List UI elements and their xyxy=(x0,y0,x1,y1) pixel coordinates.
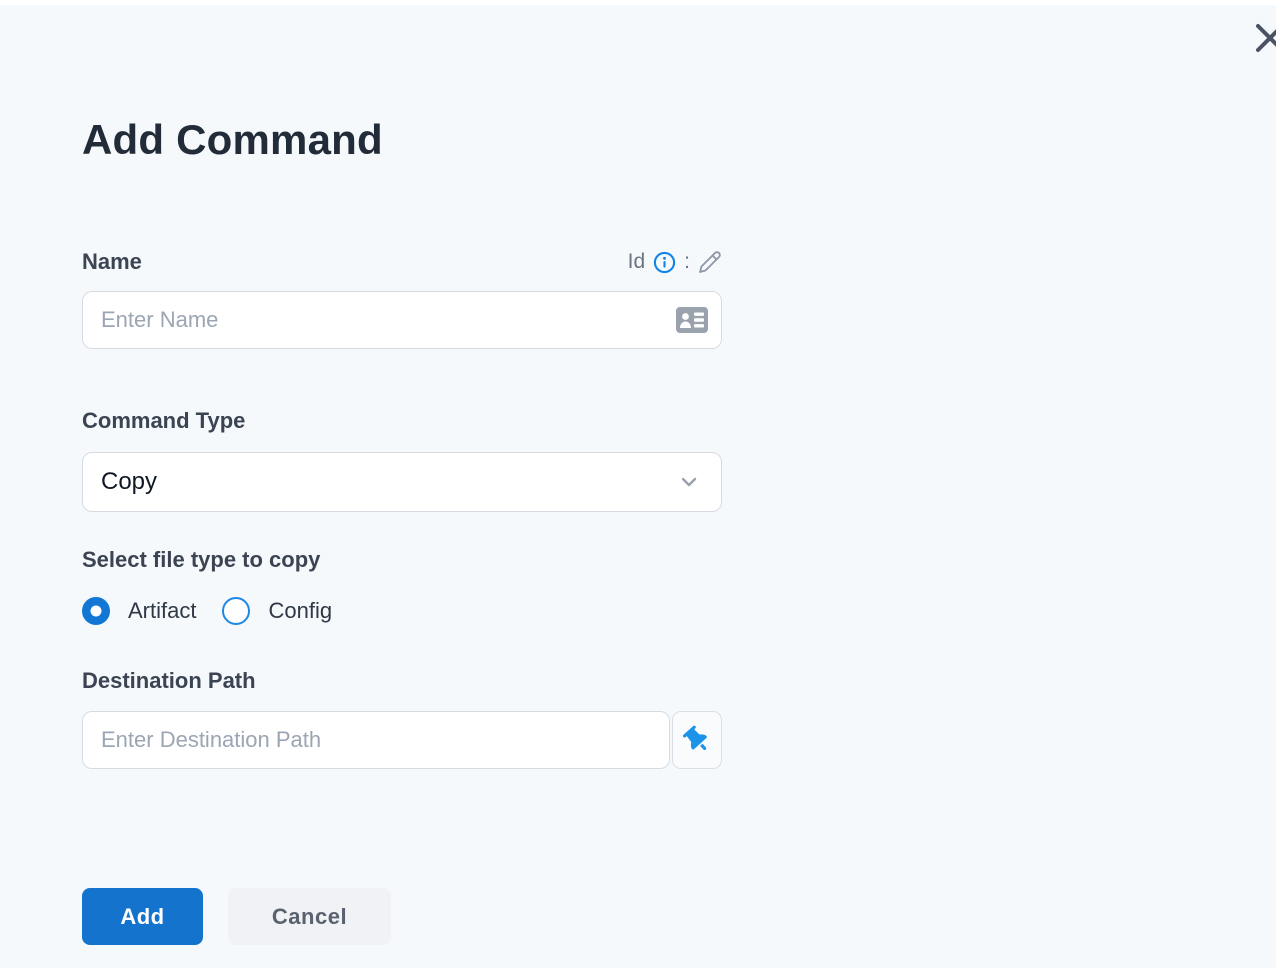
id-cluster: Id : xyxy=(628,250,722,274)
destination-path-input[interactable] xyxy=(82,711,670,769)
cancel-button[interactable]: Cancel xyxy=(228,888,391,945)
radio-artifact-label: Artifact xyxy=(128,598,197,623)
radio-config-circle[interactable] xyxy=(222,597,251,625)
info-icon[interactable] xyxy=(653,251,676,274)
close-icon[interactable] xyxy=(1253,21,1276,55)
command-type-value: Copy xyxy=(101,468,158,495)
command-type-label: Command Type xyxy=(82,408,246,433)
edit-pencil-icon[interactable] xyxy=(698,250,722,274)
add-command-panel: Add Command Name Id : Enter Name Command… xyxy=(82,0,722,968)
radio-artifact-circle[interactable] xyxy=(82,597,110,625)
name-input-wrap xyxy=(82,291,722,349)
file-type-radio-group: Artifact Config xyxy=(82,595,332,627)
pin-addon-button[interactable] xyxy=(672,711,722,769)
destination-path-label: Destination Path xyxy=(82,668,256,693)
name-label: Name xyxy=(82,249,142,274)
close-icon-glyph xyxy=(1256,24,1276,52)
radio-option-config[interactable]: Config xyxy=(222,597,332,625)
radio-config-label: Config xyxy=(268,598,333,623)
action-button-row: Add Cancel xyxy=(82,888,391,945)
chevron-down-icon xyxy=(681,477,697,487)
destination-path-group xyxy=(82,711,722,769)
file-type-label: Select file type to copy xyxy=(82,547,321,572)
page-title: Add Command xyxy=(82,116,383,163)
contact-card-icon xyxy=(676,307,708,333)
id-colon: : xyxy=(684,250,690,273)
radio-option-artifact[interactable]: Artifact xyxy=(82,597,196,625)
pushpin-icon xyxy=(682,725,707,751)
name-input[interactable] xyxy=(82,291,722,349)
add-button[interactable]: Add xyxy=(82,888,203,945)
command-type-select[interactable]: Copy xyxy=(82,452,722,512)
name-label-row: Name Id : xyxy=(82,247,722,277)
id-label: Id xyxy=(627,250,646,273)
